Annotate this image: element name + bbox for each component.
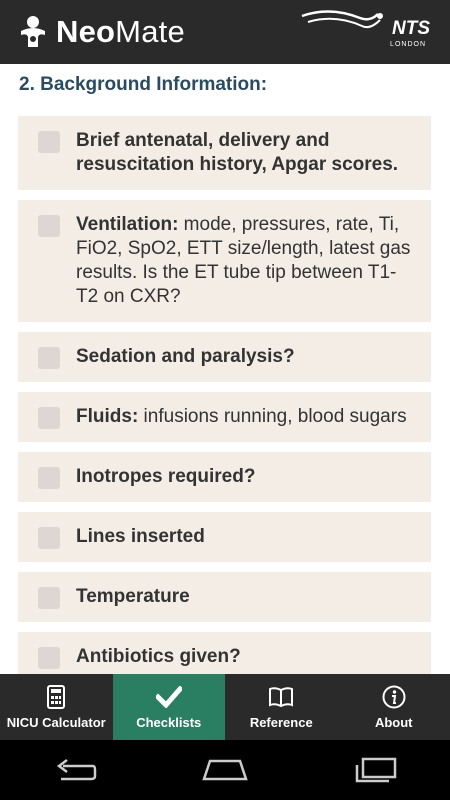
recents-icon [355, 757, 397, 783]
info-icon [382, 685, 406, 708]
checkbox[interactable] [38, 407, 60, 429]
tab-checklists[interactable]: Checklists [112, 674, 225, 740]
baby-logo-icon [21, 16, 45, 47]
system-nav-bar [0, 740, 450, 800]
item-label: Antibiotics given? [76, 646, 241, 667]
swan-icon [301, 10, 383, 29]
checkmark-icon [155, 685, 182, 708]
item-label: Ventilation: [76, 214, 179, 235]
tab-nicu-calculator[interactable]: NICU Calculator [0, 674, 113, 740]
book-icon [269, 686, 294, 707]
tab-label: About [374, 714, 413, 730]
checkbox[interactable] [38, 647, 60, 669]
partner-name: NTS [392, 18, 430, 39]
item-label: Sedation and paralysis? [76, 346, 295, 367]
tab-label: NICU Calculator [6, 714, 106, 730]
checkbox[interactable] [38, 467, 60, 489]
item-label: Fluids: [76, 406, 139, 427]
calculator-icon [47, 684, 66, 709]
app-header: NeoMate NTS LONDON [0, 0, 450, 64]
bottom-tab-bar: NICU Calculator Checklists Reference Abo… [0, 674, 450, 740]
item-label: Temperature [76, 586, 190, 607]
item-label: Inotropes required? [76, 466, 256, 487]
home-icon [202, 759, 248, 781]
app-brand: NeoMate [0, 14, 185, 50]
item-detail: infusions running, blood sugars [138, 406, 407, 427]
checklist-item-antibiotics[interactable]: Antibiotics given? [18, 632, 431, 674]
checklist-item-fluids[interactable]: Fluids: infusions running, blood sugars [18, 392, 431, 442]
recents-button[interactable] [345, 750, 405, 790]
tab-label: Checklists [136, 714, 202, 730]
tab-reference[interactable]: Reference [225, 674, 338, 740]
checklist-item-sedation[interactable]: Sedation and paralysis? [18, 332, 431, 382]
checklist-item-history[interactable]: Brief antenatal, delivery and resuscitat… [18, 116, 431, 190]
checkbox[interactable] [38, 587, 60, 609]
app-name: NeoMate [56, 14, 185, 49]
checklist-item-inotropes[interactable]: Inotropes required? [18, 452, 431, 502]
checklist-items: Brief antenatal, delivery and resuscitat… [18, 116, 431, 674]
nts-logo: NTS LONDON [300, 0, 436, 64]
tab-label: Reference [249, 714, 313, 730]
checklist-item-lines[interactable]: Lines inserted [18, 512, 431, 562]
section-title: 2. Background Information: [19, 74, 268, 95]
checkbox[interactable] [38, 527, 60, 549]
checkbox[interactable] [38, 347, 60, 369]
checkbox[interactable] [38, 131, 60, 153]
checklist-content[interactable]: 2. Background Information: Brief antenat… [0, 64, 450, 674]
back-icon [56, 759, 97, 781]
back-button[interactable] [45, 750, 105, 790]
tab-about[interactable]: About [338, 674, 450, 740]
checkbox[interactable] [38, 215, 60, 237]
item-label: Brief antenatal, delivery and resuscitat… [76, 130, 399, 175]
checklist-item-ventilation[interactable]: Ventilation: mode, pressures, rate, Ti, … [18, 200, 431, 322]
item-label: Lines inserted [76, 526, 205, 547]
home-button[interactable] [195, 750, 255, 790]
checklist-item-temperature[interactable]: Temperature [18, 572, 431, 622]
partner-sub: LONDON [390, 41, 426, 48]
